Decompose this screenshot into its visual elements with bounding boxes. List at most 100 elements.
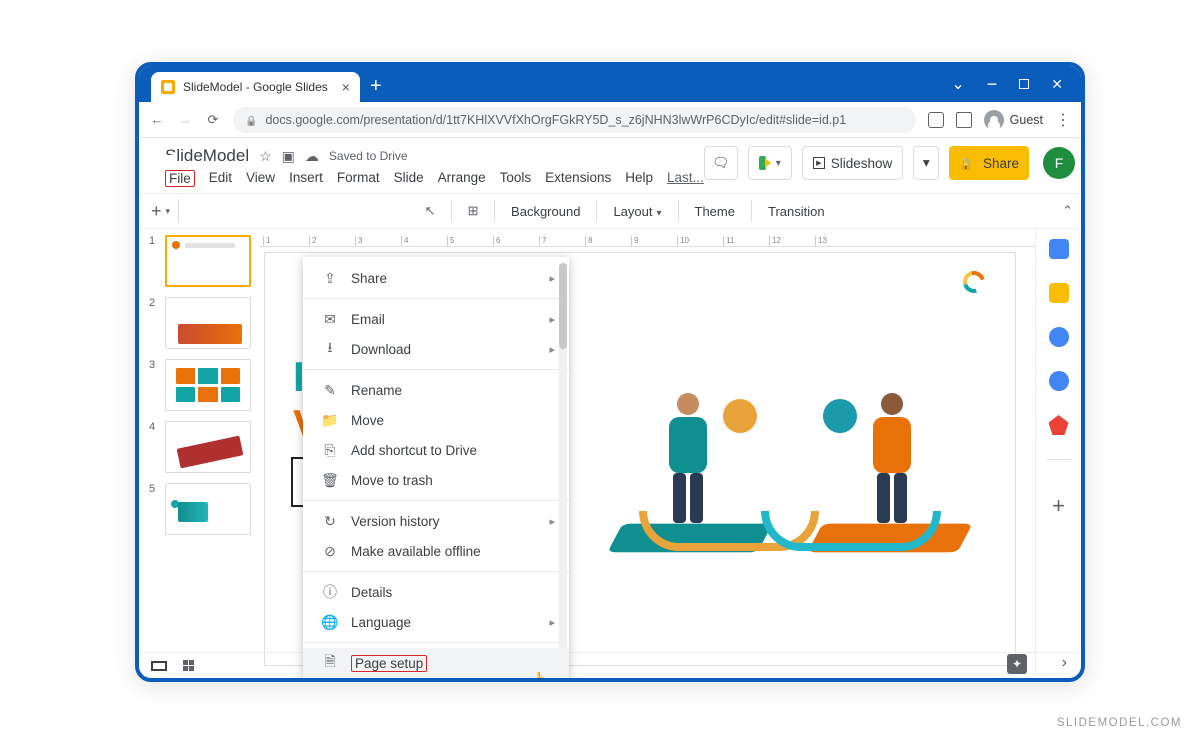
- app-header: SlideModel ☆ ▣ ☁ Saved to Drive File Edi…: [139, 138, 1081, 187]
- trash-icon: 🗑: [321, 472, 339, 489]
- slideshow-dropdown[interactable]: ▾: [913, 146, 939, 180]
- install-app-icon[interactable]: [928, 112, 944, 128]
- reload-icon[interactable]: ⟳: [205, 112, 221, 128]
- saved-status: Saved to Drive: [329, 149, 408, 163]
- move-icon: 📁: [321, 412, 339, 429]
- guest-avatar-icon: [984, 110, 1004, 130]
- star-icon[interactable]: ☆: [259, 148, 272, 165]
- back-icon[interactable]: ←: [149, 112, 165, 127]
- menu-item-version-history[interactable]: ↻Version history: [303, 506, 569, 536]
- side-panel-rail: +: [1035, 229, 1081, 673]
- shortcut-icon: ⎘: [321, 442, 339, 459]
- move-folder-icon[interactable]: ▣: [282, 148, 295, 165]
- window-controls: [951, 66, 1081, 102]
- hide-sidepanel-icon[interactable]: ›: [1062, 654, 1067, 672]
- menu-arrange[interactable]: Arrange: [438, 170, 486, 187]
- layout-button[interactable]: Layout: [605, 204, 669, 219]
- menu-item-trash[interactable]: 🗑Move to trash: [303, 465, 569, 495]
- menu-item-email[interactable]: ✉Email: [303, 304, 569, 334]
- new-slide-button[interactable]: [143, 199, 179, 223]
- menu-item-move[interactable]: 📁Move: [303, 405, 569, 435]
- tasks-icon[interactable]: [1049, 327, 1069, 347]
- menu-slide[interactable]: Slide: [394, 170, 424, 187]
- menu-view[interactable]: View: [246, 170, 275, 187]
- menu-item-page-setup[interactable]: 🗎Page setup: [303, 648, 569, 678]
- profile-button[interactable]: Guest: [984, 110, 1043, 130]
- offline-icon: ⊘: [321, 543, 339, 560]
- account-avatar[interactable]: F: [1043, 147, 1075, 179]
- transition-button[interactable]: Transition: [760, 204, 833, 219]
- tab-search-icon[interactable]: [951, 74, 964, 94]
- cursor-tool-icon[interactable]: ↖: [417, 198, 443, 224]
- grid-view-icon[interactable]: [183, 660, 194, 671]
- menu-format[interactable]: Format: [337, 170, 380, 187]
- menu-insert[interactable]: Insert: [289, 170, 323, 187]
- share-lock-icon: [959, 156, 977, 171]
- bottom-bar: ✦ ›: [139, 652, 1081, 678]
- chrome-menu-icon[interactable]: ⋮: [1055, 110, 1071, 130]
- watermark-text: SLIDEMODEL.COM: [1057, 717, 1182, 729]
- close-window-icon[interactable]: [1051, 76, 1063, 93]
- address-bar: ← → ⟳ docs.google.com/presentation/d/1tt…: [139, 102, 1081, 138]
- menu-item-offline[interactable]: ⊘Make available offline: [303, 536, 569, 566]
- menu-item-details[interactable]: ⓘDetails: [303, 577, 569, 607]
- menu-item-print-preview[interactable]: 🔍Print preview: [303, 678, 569, 682]
- background-button[interactable]: Background: [503, 204, 588, 219]
- cloud-saved-icon[interactable]: ☁: [305, 148, 319, 165]
- calendar-icon[interactable]: [1049, 239, 1069, 259]
- menu-bar: File Edit View Insert Format Slide Arran…: [165, 170, 704, 187]
- menu-item-rename[interactable]: ✎Rename: [303, 375, 569, 405]
- slide-thumbnail[interactable]: 1: [149, 235, 251, 287]
- slide-thumbnail[interactable]: 2: [149, 297, 251, 349]
- menu-tools[interactable]: Tools: [500, 170, 532, 187]
- explore-button-icon[interactable]: ✦: [1007, 654, 1027, 674]
- meet-button[interactable]: [748, 146, 792, 180]
- meet-icon: [759, 156, 766, 170]
- slide-thumbnail[interactable]: 5: [149, 483, 251, 535]
- menu-last-edit[interactable]: Last...: [667, 170, 704, 187]
- theme-button[interactable]: Theme: [687, 204, 743, 219]
- comments-button[interactable]: 🗨: [704, 146, 738, 180]
- slide-thumbnail[interactable]: 4: [149, 421, 251, 473]
- minimize-icon[interactable]: [987, 74, 998, 95]
- contacts-icon[interactable]: [1049, 371, 1069, 391]
- slide-thumbnail[interactable]: 3: [149, 359, 251, 411]
- filmstrip-view-icon[interactable]: [151, 661, 167, 671]
- thumbnail-panel: 1 2 3 4 5: [139, 229, 259, 673]
- menu-item-share[interactable]: ⇪Share: [303, 263, 569, 293]
- menu-item-add-shortcut[interactable]: ⎘Add shortcut to Drive: [303, 435, 569, 465]
- menu-extensions[interactable]: Extensions: [545, 170, 611, 187]
- close-tab-icon[interactable]: ×: [342, 79, 350, 95]
- tab-title: SlideModel - Google Slides: [183, 80, 328, 94]
- horizontal-ruler: 12345678910111213: [259, 229, 1035, 247]
- lock-icon: [245, 113, 257, 127]
- slide-illustration: [595, 313, 975, 593]
- browser-tab[interactable]: SlideModel - Google Slides ×: [151, 72, 360, 102]
- share-button[interactable]: Share: [949, 146, 1029, 180]
- slideshow-button[interactable]: Slideshow: [802, 146, 904, 180]
- document-title[interactable]: SlideModel: [165, 146, 249, 166]
- comment-icon: 🗨: [712, 155, 729, 171]
- menu-item-language[interactable]: 🌐Language: [303, 607, 569, 637]
- rename-icon: ✎: [321, 382, 339, 399]
- menu-help[interactable]: Help: [625, 170, 653, 187]
- download-icon: ⭳: [321, 337, 339, 361]
- url-field[interactable]: docs.google.com/presentation/d/1tt7KHlXV…: [233, 107, 916, 133]
- menu-item-download[interactable]: ⭳Download: [303, 334, 569, 364]
- maximize-icon[interactable]: [1019, 79, 1029, 89]
- share-icon: ⇪: [321, 270, 339, 287]
- browser-window: SlideModel - Google Slides × + ← → ⟳ doc…: [135, 62, 1085, 682]
- canvas-area: 12345678910111213 IGITAL VIDE RESENTATIO…: [259, 229, 1035, 673]
- maps-icon[interactable]: [1049, 415, 1069, 435]
- forward-icon[interactable]: →: [177, 112, 193, 127]
- add-on-plus-icon[interactable]: +: [1052, 493, 1065, 519]
- menu-file[interactable]: File: [165, 170, 195, 187]
- info-icon: ⓘ: [321, 582, 339, 602]
- menu-edit[interactable]: Edit: [209, 170, 232, 187]
- new-tab-button[interactable]: +: [370, 75, 382, 98]
- extensions-icon[interactable]: [956, 112, 972, 128]
- collapse-toolbar-icon[interactable]: [1062, 203, 1073, 219]
- history-icon: ↻: [321, 513, 339, 530]
- keep-icon[interactable]: [1049, 283, 1069, 303]
- textbox-tool-icon[interactable]: ⊞: [460, 198, 486, 224]
